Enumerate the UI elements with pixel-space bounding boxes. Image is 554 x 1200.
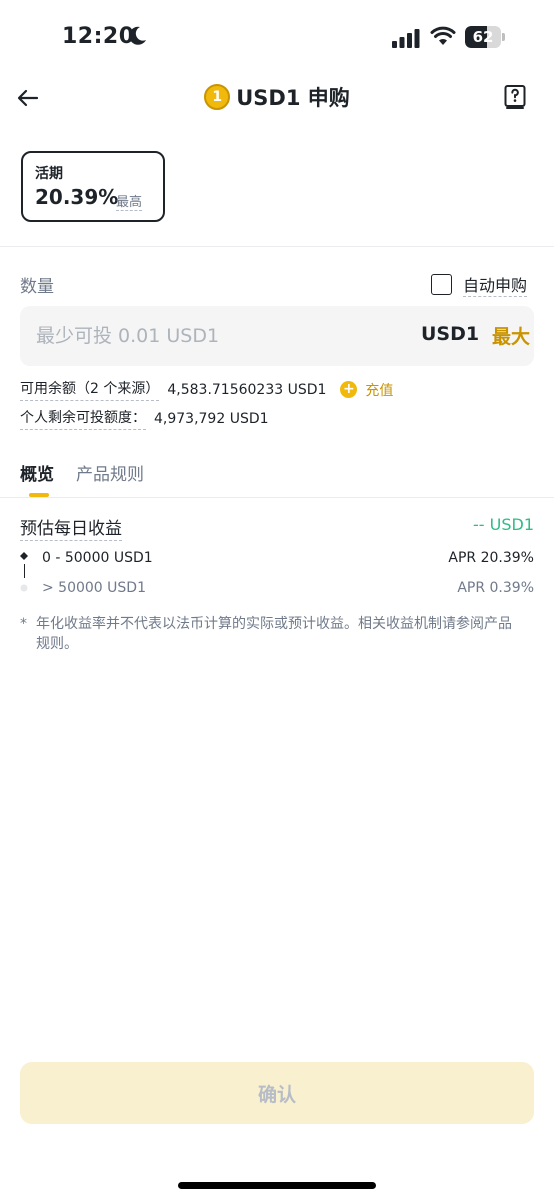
tier-1-apr: APR 20.39% — [448, 550, 534, 566]
disclaimer-text: 年化收益率并不代表以法币计算的实际或预计收益。相关收益机制请参阅产品规则。 — [36, 616, 512, 652]
auto-subscribe-label[interactable]: 自动申购 — [463, 272, 528, 297]
usd1-coin-icon: 1 — [204, 84, 231, 110]
moon-icon — [129, 26, 146, 45]
available-balance-value: 4,583.71560233 USD1 — [167, 381, 327, 398]
remaining-quota-value: 4,973,792 USD1 — [154, 410, 269, 427]
confirm-button[interactable]: 确认 — [20, 1062, 534, 1124]
status-time: 12:20 — [62, 24, 135, 49]
available-balance-label[interactable]: 可用余额（2 个来源） — [20, 378, 160, 401]
help-guide-icon[interactable] — [503, 84, 527, 110]
flexible-term-card[interactable]: 活期 20.39% 最高 — [21, 151, 165, 222]
cellular-signal-icon — [392, 29, 420, 48]
page-title: USD1 申购 — [236, 86, 350, 110]
tier-connector — [23, 564, 25, 578]
tier-2-range: > 50000 USD1 — [42, 580, 146, 596]
amount-input-box: USD1 最大 — [20, 306, 534, 366]
page-header: 1 USD1 申购 — [0, 76, 554, 120]
available-balance-row: 可用余额（2 个来源） 4,583.71560233 USD1 + 充值 — [20, 378, 393, 401]
divider — [0, 497, 554, 498]
tab-product-rules-label[interactable]: 产品规则 — [76, 465, 144, 485]
auto-subscribe-checkbox[interactable] — [431, 274, 452, 295]
divider — [0, 246, 554, 247]
estimated-daily-earnings-value: -- USD1 — [473, 515, 534, 534]
plus-icon: + — [340, 381, 358, 398]
tier-2-apr: APR 0.39% — [457, 580, 534, 596]
remaining-quota-label[interactable]: 个人剩余可投额度： — [20, 407, 146, 430]
battery-level: 62 — [472, 28, 494, 46]
disclaimer: * 年化收益率并不代表以法币计算的实际或预计收益。相关收益机制请参阅产品规则。 — [20, 614, 520, 654]
tab-overview-label[interactable]: 概览 — [20, 465, 54, 485]
tier-inactive-marker-icon — [20, 584, 28, 592]
deposit-label[interactable]: 充值 — [365, 380, 393, 400]
wifi-icon — [430, 26, 456, 45]
estimated-daily-earnings-label[interactable]: 预估每日收益 — [20, 514, 122, 541]
battery-indicator: 62 — [465, 26, 505, 48]
home-indicator — [178, 1182, 376, 1189]
max-rate-tag: 最高 — [116, 191, 143, 211]
tab-overview[interactable]: 概览 — [20, 460, 54, 498]
apr-rate: 20.39% — [35, 185, 119, 209]
amount-unit: USD1 — [421, 323, 480, 345]
disclaimer-marker: * — [20, 616, 27, 632]
quantity-label: 数量 — [20, 277, 54, 297]
tab-bar: 概览 产品规则 — [20, 460, 144, 498]
remaining-quota-row: 个人剩余可投额度： 4,973,792 USD1 — [20, 407, 269, 430]
amount-input[interactable] — [36, 320, 376, 352]
tab-product-rules[interactable]: 产品规则 — [76, 460, 144, 498]
tier-active-marker-icon — [20, 552, 28, 560]
tier-1-range: 0 - 50000 USD1 — [42, 550, 153, 566]
max-button[interactable]: 最大 — [492, 322, 530, 349]
deposit-link[interactable]: + 充值 — [340, 380, 393, 400]
term-label: 活期 — [35, 166, 63, 182]
auto-subscribe-toggle[interactable]: 自动申购 — [431, 272, 528, 297]
status-bar: 12:20 62 — [0, 0, 554, 76]
